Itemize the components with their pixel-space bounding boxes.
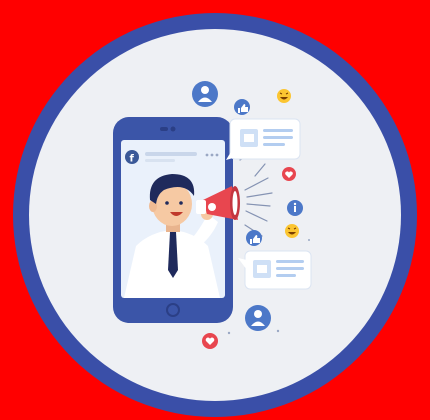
store-icon: [240, 129, 258, 147]
user-profile-icon: [245, 305, 271, 331]
svg-text:f: f: [130, 154, 135, 165]
thumbs-up-icon: [246, 230, 262, 246]
thumbs-up-icon: [234, 99, 250, 115]
info-icon: [287, 200, 303, 216]
heart-icon: [282, 167, 296, 181]
post-card-top: [226, 118, 301, 160]
laughing-emoji-icon: [277, 89, 291, 103]
social-media-marketing-illustration: f: [13, 13, 417, 417]
ellipsis-icon: [205, 153, 219, 157]
heart-icon: [202, 333, 218, 349]
user-profile-icon: [192, 81, 218, 107]
post-card-bottom: [238, 250, 312, 290]
store-icon: [253, 260, 271, 278]
laughing-emoji-icon: [285, 224, 299, 238]
